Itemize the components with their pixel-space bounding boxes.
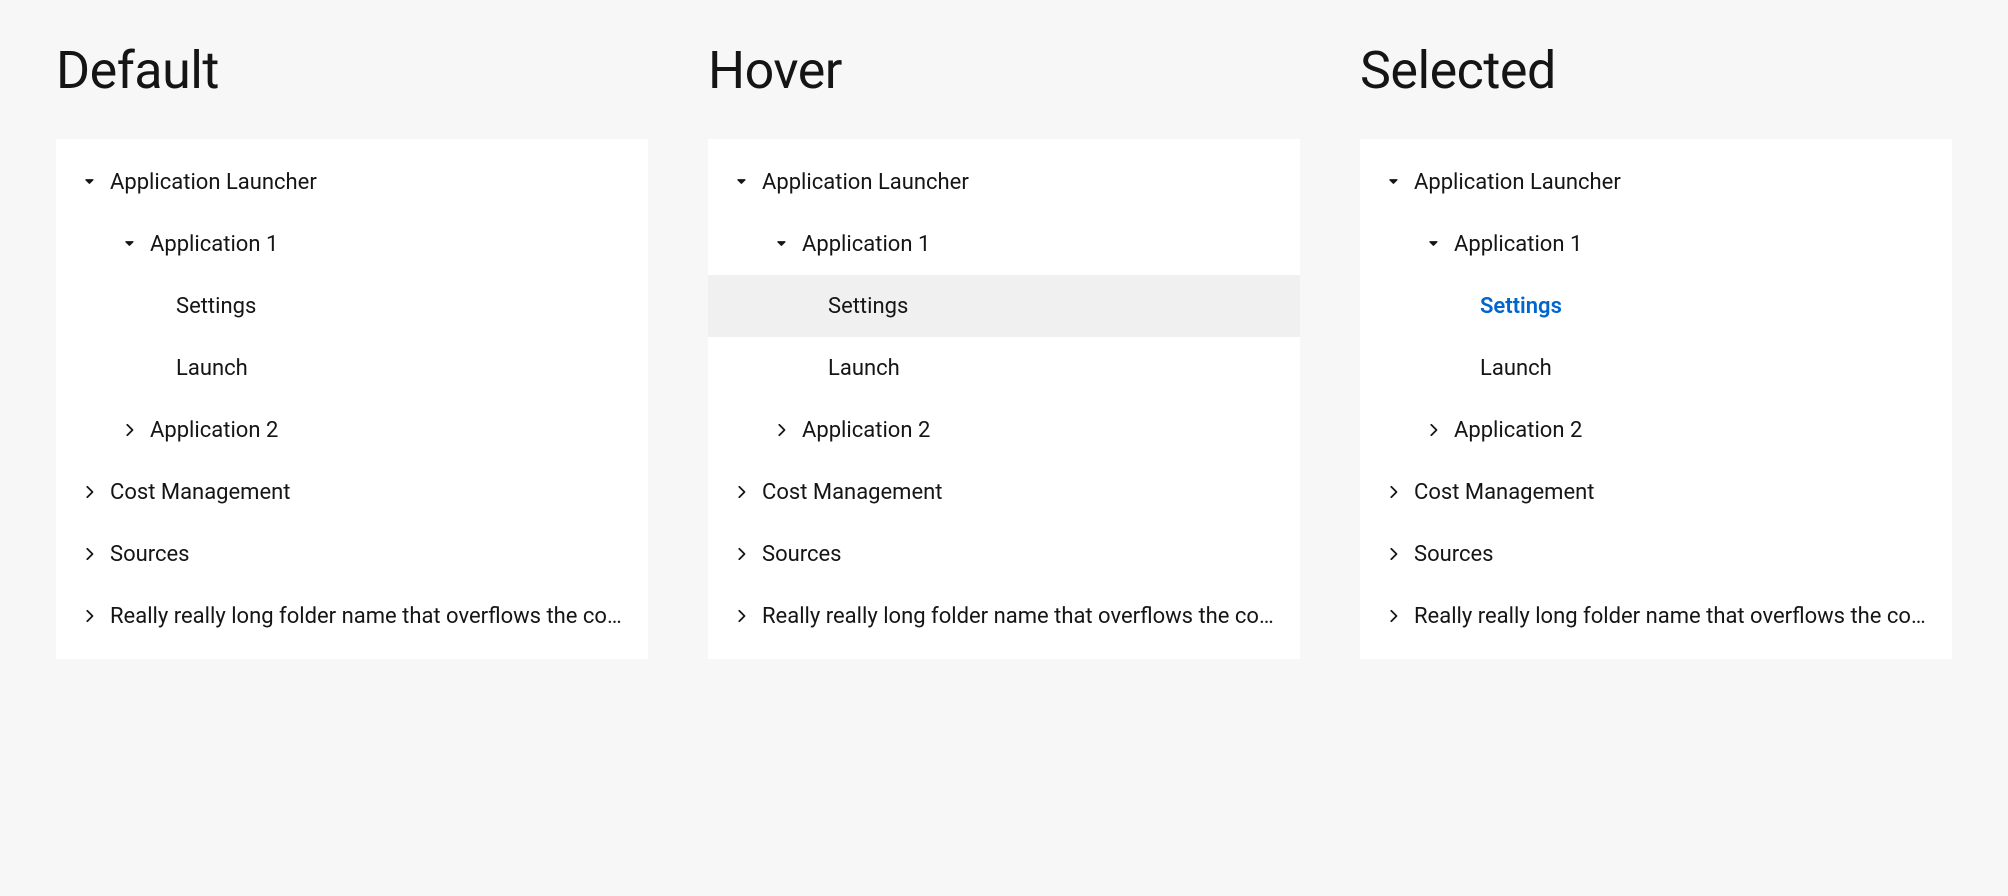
tree-item-sources[interactable]: Sources [1360,523,1952,585]
chevron-right-icon [772,423,790,437]
tree-item-label: Application 1 [150,232,648,257]
chevron-right-icon [1424,423,1442,437]
tree-item-label: Sources [1414,542,1952,567]
tree-item-launch[interactable]: Launch [708,337,1300,399]
chevron-down-icon [120,237,138,251]
tree-item-long-folder[interactable]: Really really long folder name that over… [56,585,648,647]
column-default: Default Application Launcher Application… [56,40,648,659]
tree-item-application-launcher[interactable]: Application Launcher [708,151,1300,213]
tree-item-application-2[interactable]: Application 2 [56,399,648,461]
tree-item-application-1[interactable]: Application 1 [1360,213,1952,275]
chevron-down-icon [1384,175,1402,189]
tree-item-label: Application 2 [1454,418,1952,443]
tree-item-label: Settings [1480,294,1952,319]
tree-item-label: Cost Management [1414,480,1952,505]
chevron-right-icon [80,547,98,561]
chevron-right-icon [80,485,98,499]
tree-item-sources[interactable]: Sources [56,523,648,585]
tree-item-label: Cost Management [110,480,648,505]
tree-item-cost-management[interactable]: Cost Management [1360,461,1952,523]
tree-item-label: Cost Management [762,480,1300,505]
tree-item-label: Application 1 [802,232,1300,257]
tree-item-application-2[interactable]: Application 2 [1360,399,1952,461]
tree-item-label: Really really long folder name that over… [110,604,648,629]
chevron-down-icon [772,237,790,251]
tree-item-label: Application Launcher [762,170,1300,195]
tree-item-application-1[interactable]: Application 1 [708,213,1300,275]
tree-item-launch[interactable]: Launch [1360,337,1952,399]
tree-item-label: Launch [1480,356,1952,381]
tree-item-label: Launch [176,356,648,381]
tree-item-launch[interactable]: Launch [56,337,648,399]
tree-item-application-launcher[interactable]: Application Launcher [56,151,648,213]
tree-item-application-1[interactable]: Application 1 [56,213,648,275]
chevron-right-icon [1384,547,1402,561]
tree-item-label: Sources [110,542,648,567]
chevron-right-icon [1384,485,1402,499]
heading-hover: Hover [708,40,1300,101]
tree-item-cost-management[interactable]: Cost Management [708,461,1300,523]
tree-item-label: Application 2 [802,418,1300,443]
tree-item-settings[interactable]: Settings [56,275,648,337]
chevron-right-icon [120,423,138,437]
state-columns: Default Application Launcher Application… [56,40,1952,659]
tree-item-label: Settings [828,294,1300,319]
column-hover: Hover Application Launcher Application 1… [708,40,1300,659]
chevron-down-icon [1424,237,1442,251]
heading-selected: Selected [1360,40,1952,101]
tree-panel-hover: Application Launcher Application 1 Setti… [708,139,1300,659]
chevron-right-icon [1384,609,1402,623]
tree-item-sources[interactable]: Sources [708,523,1300,585]
tree-panel-default: Application Launcher Application 1 Setti… [56,139,648,659]
heading-default: Default [56,40,648,101]
tree-item-label: Application Launcher [110,170,648,195]
tree-item-label: Application 1 [1454,232,1952,257]
tree-item-label: Application Launcher [1414,170,1952,195]
chevron-down-icon [80,175,98,189]
chevron-right-icon [80,609,98,623]
chevron-right-icon [732,547,750,561]
tree-item-long-folder[interactable]: Really really long folder name that over… [1360,585,1952,647]
tree-item-label: Really really long folder name that over… [762,604,1300,629]
tree-item-label: Application 2 [150,418,648,443]
tree-item-label: Sources [762,542,1300,567]
tree-item-settings[interactable]: Settings [1360,275,1952,337]
tree-item-settings[interactable]: Settings [708,275,1300,337]
chevron-right-icon [732,609,750,623]
column-selected: Selected Application Launcher Applicatio… [1360,40,1952,659]
chevron-down-icon [732,175,750,189]
chevron-right-icon [732,485,750,499]
tree-item-long-folder[interactable]: Really really long folder name that over… [708,585,1300,647]
tree-item-cost-management[interactable]: Cost Management [56,461,648,523]
tree-item-label: Settings [176,294,648,319]
tree-item-label: Really really long folder name that over… [1414,604,1952,629]
tree-item-application-2[interactable]: Application 2 [708,399,1300,461]
tree-item-label: Launch [828,356,1300,381]
tree-panel-selected: Application Launcher Application 1 Setti… [1360,139,1952,659]
tree-item-application-launcher[interactable]: Application Launcher [1360,151,1952,213]
